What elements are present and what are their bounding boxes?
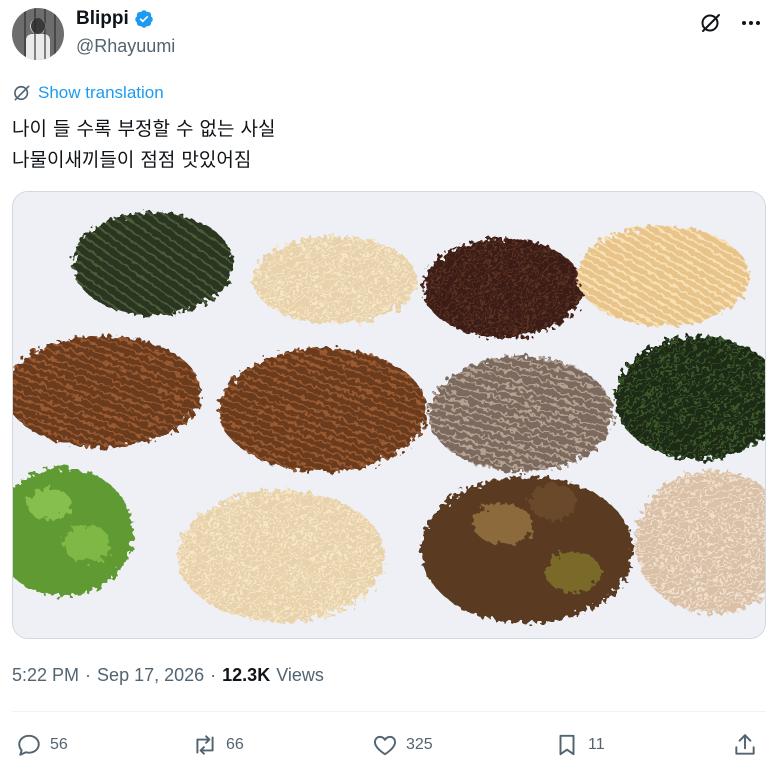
share-icon: [735, 734, 755, 755]
show-translation-label[interactable]: Show translation: [38, 83, 164, 103]
tweet-text: 나이 들 수록 부정할 수 없는 사실 나물이새끼들이 점점 맛있어짐: [12, 114, 275, 176]
reply-count: 56: [50, 736, 68, 753]
like-count: 325: [406, 736, 433, 753]
bookmark-button[interactable]: 11: [554, 727, 605, 763]
bookmark-count: 11: [588, 736, 605, 753]
translate-icon: [14, 85, 30, 101]
meta-separator: ·: [210, 665, 217, 685]
repost-button[interactable]: 66: [192, 727, 244, 763]
heart-icon: [373, 735, 397, 756]
top-icons: [698, 10, 764, 36]
bookmark-icon: [559, 734, 575, 756]
repost-icon: [196, 735, 214, 755]
tweet-line-2: 나물이새끼들이 점점 맛있어짐: [12, 149, 252, 171]
action-bar: 56 66 325 11: [12, 727, 764, 763]
grok-icon[interactable]: [698, 10, 724, 36]
repost-count: 66: [226, 736, 244, 753]
share-button[interactable]: [732, 727, 758, 763]
show-translation[interactable]: Show translation: [12, 83, 164, 103]
views-label: Views: [276, 665, 324, 685]
reply-icon: [18, 734, 40, 756]
handle[interactable]: @Rhayuumi: [76, 36, 175, 57]
display-name[interactable]: Blippi: [76, 8, 129, 30]
meta-separator: ·: [85, 665, 92, 685]
divider: [12, 711, 766, 712]
name-row: Blippi: [76, 8, 154, 30]
namul-dishes-photo: [13, 192, 765, 638]
tweet-meta: 5:22 PM · Sep 17, 2026 · 12.3K Views: [12, 665, 324, 686]
avatar[interactable]: [12, 8, 64, 60]
like-button[interactable]: 325: [372, 727, 433, 763]
verified-badge-icon: [135, 10, 153, 28]
more-options-icon[interactable]: [738, 10, 764, 36]
tweet-date[interactable]: Sep 17, 2026: [97, 665, 204, 686]
tweet-line-1: 나이 들 수록 부정할 수 없는 사실: [12, 118, 276, 140]
tweet-header: Blippi @Rhayuumi: [12, 6, 764, 62]
tweet-image[interactable]: [12, 191, 766, 639]
reply-button[interactable]: 56: [16, 727, 68, 763]
tweet-time[interactable]: 5:22 PM: [12, 665, 79, 686]
views-count: 12.3K: [222, 665, 271, 685]
